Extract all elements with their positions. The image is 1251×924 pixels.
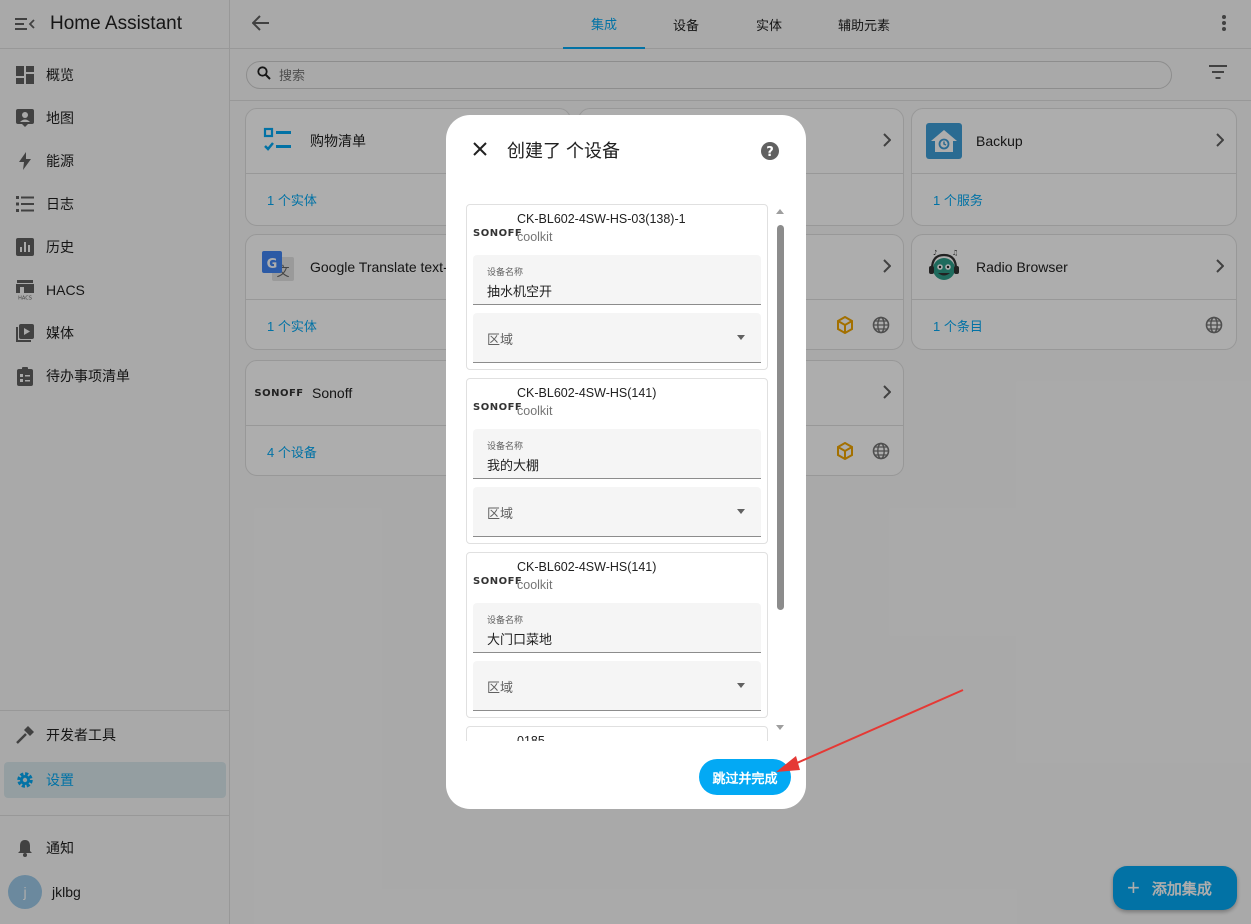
dialog-title: 创建了 个设备 (507, 141, 621, 161)
device-manufacturer: coolkit (517, 230, 553, 244)
device-name-value: 抽水机空开 (487, 284, 553, 299)
device-entry: SONOFF CK-BL602-4SW-HS-03(138)-1 coolkit… (466, 204, 768, 370)
device-entry: SONOFF CK-BL602-4SW-HS(141) coolkit 设备名称… (466, 552, 768, 718)
device-model: CK-BL602-4SW-HS(141) (517, 560, 657, 574)
svg-text:?: ? (766, 145, 774, 160)
device-name-field[interactable]: 设备名称 抽水机空开 (473, 255, 761, 305)
area-label: 区域 (487, 680, 514, 695)
device-entry: 0185 (466, 726, 768, 741)
field-label: 设备名称 (487, 615, 524, 625)
area-select[interactable]: 区域 (473, 661, 761, 711)
device-manufacturer: coolkit (517, 404, 553, 418)
device-name-field[interactable]: 设备名称 我的大棚 (473, 429, 761, 479)
dropdown-arrow-icon (737, 509, 745, 514)
dropdown-arrow-icon (737, 335, 745, 340)
sonoff-logo-icon: SONOFF (473, 402, 523, 413)
device-list[interactable]: SONOFF CK-BL602-4SW-HS-03(138)-1 coolkit… (466, 204, 770, 741)
device-entry: SONOFF CK-BL602-4SW-HS(141) coolkit 设备名称… (466, 378, 768, 544)
scroll-down-arrow-icon[interactable] (776, 725, 784, 730)
area-select[interactable]: 区域 (473, 487, 761, 537)
dropdown-arrow-icon (737, 683, 745, 688)
device-name-value: 我的大棚 (487, 458, 540, 473)
device-name-field[interactable]: 设备名称 大门口菜地 (473, 603, 761, 653)
sonoff-logo-icon: SONOFF (473, 576, 523, 587)
device-manufacturer: coolkit (517, 578, 553, 592)
area-select[interactable]: 区域 (473, 313, 761, 363)
scroll-up-arrow-icon[interactable] (776, 209, 784, 214)
area-label: 区域 (487, 332, 514, 347)
field-label: 设备名称 (487, 267, 524, 277)
sonoff-logo-icon: SONOFF (473, 228, 523, 239)
field-label: 设备名称 (487, 441, 524, 451)
help-icon[interactable]: ? (760, 141, 780, 166)
device-model: CK-BL602-4SW-HS(141) (517, 386, 657, 400)
scrollbar-thumb[interactable] (777, 225, 784, 610)
close-icon[interactable] (472, 141, 488, 162)
device-model: CK-BL602-4SW-HS-03(138)-1 (517, 212, 686, 226)
area-label: 区域 (487, 506, 514, 521)
device-model: 0185 (517, 734, 545, 741)
skip-and-finish-button[interactable]: 跳过并完成 (699, 759, 791, 795)
device-created-dialog: 创建了 个设备 ? SONOFF CK-BL602-4SW-HS-03(138)… (446, 115, 806, 809)
device-name-value: 大门口菜地 (487, 632, 553, 647)
